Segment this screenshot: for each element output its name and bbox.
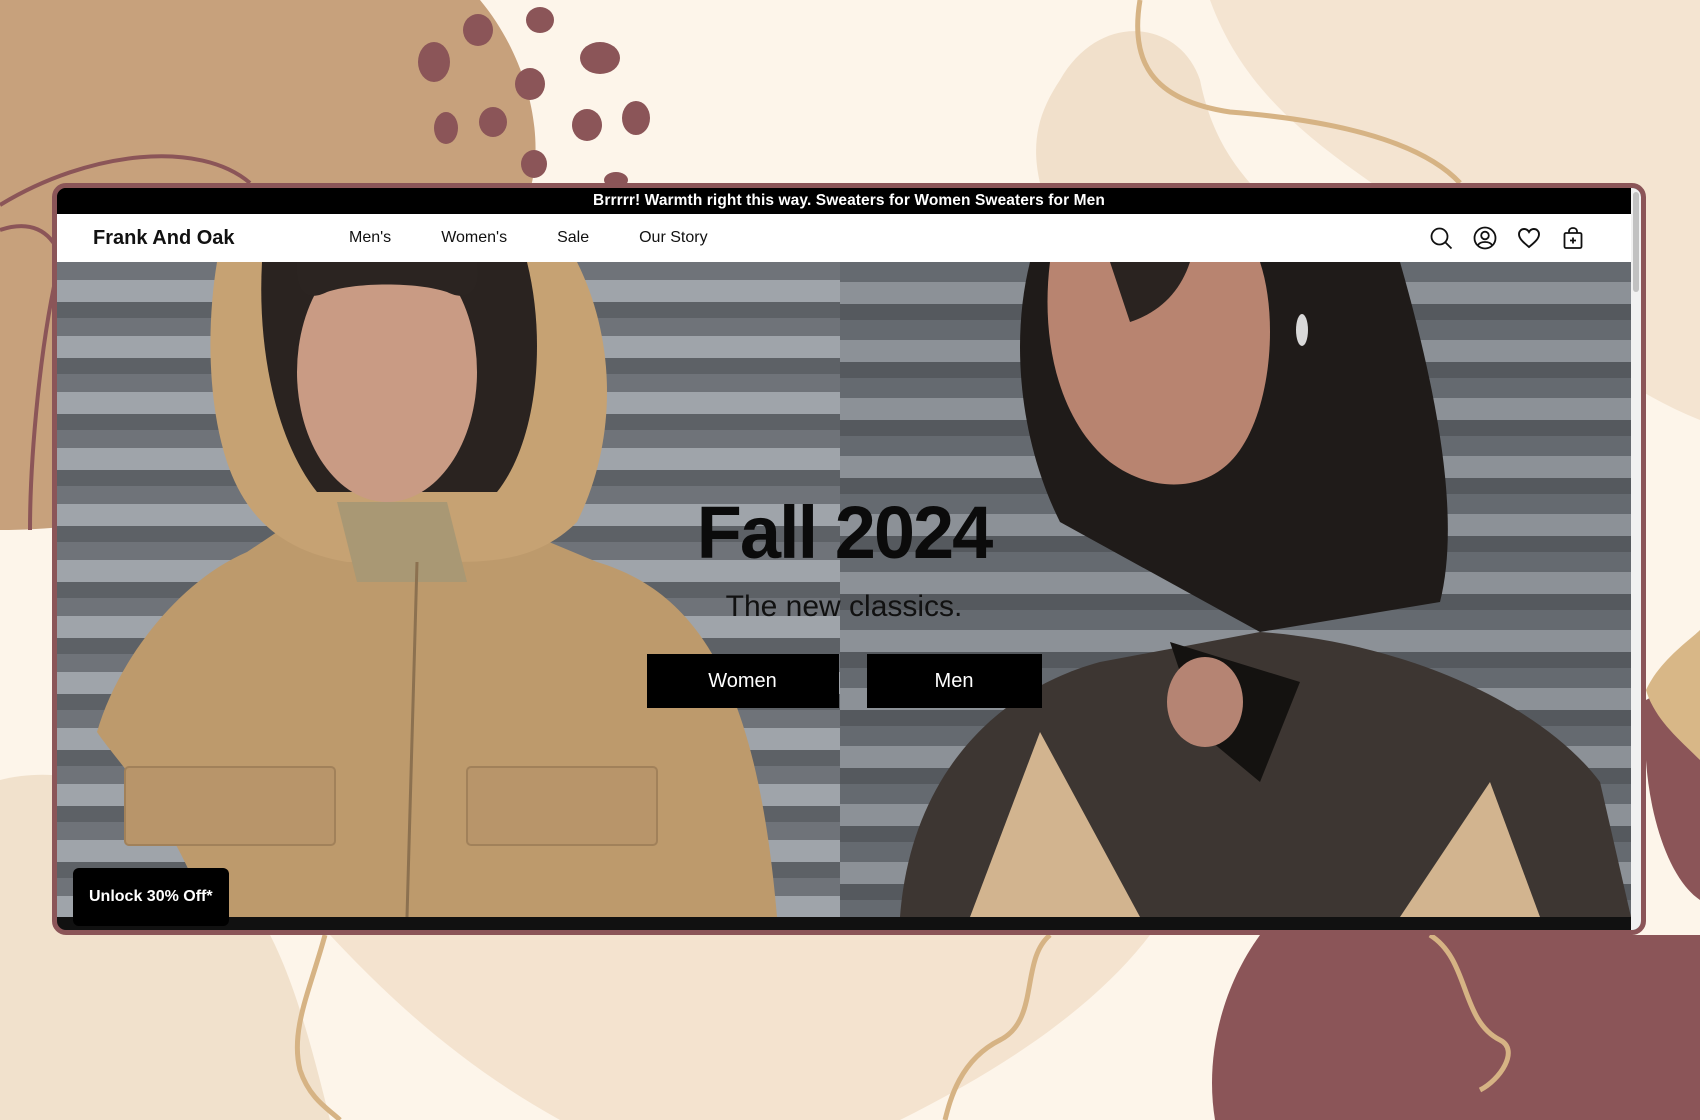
hero-banner: Fall 2024 The new classics. Women Men bbox=[57, 262, 1631, 917]
hero-title: Fall 2024 bbox=[696, 491, 994, 574]
unlock-discount-button[interactable]: Unlock 30% Off* bbox=[73, 868, 229, 926]
shop-men-button[interactable]: Men bbox=[866, 654, 1042, 708]
site-header: Frank And Oak Men's Women's Sale Our Sto… bbox=[57, 214, 1641, 262]
cream-blob-bottom-mid bbox=[330, 935, 1150, 1120]
header-icons bbox=[1429, 226, 1585, 250]
main-nav: Men's Women's Sale Our Story bbox=[349, 229, 758, 247]
nav-item-womens[interactable]: Women's bbox=[441, 229, 507, 247]
search-icon[interactable] bbox=[1429, 226, 1453, 250]
shop-women-button[interactable]: Women bbox=[646, 654, 839, 708]
scrollbar-thumb[interactable] bbox=[1633, 192, 1639, 292]
shopping-bag-icon[interactable] bbox=[1561, 226, 1585, 250]
brand-logo[interactable]: Frank And Oak bbox=[93, 227, 235, 250]
hero-subtitle: The new classics. bbox=[725, 590, 963, 623]
page-scrollbar[interactable] bbox=[1631, 188, 1641, 930]
nav-item-sale[interactable]: Sale bbox=[557, 229, 589, 247]
wishlist-heart-icon[interactable] bbox=[1517, 226, 1541, 250]
nav-item-our-story[interactable]: Our Story bbox=[639, 229, 707, 247]
hero-content: Fall 2024 The new classics. Women Men bbox=[57, 496, 1631, 708]
browser-window: Brrrrr! Warmth right this way. Sweaters … bbox=[52, 183, 1646, 935]
account-icon[interactable] bbox=[1473, 226, 1497, 250]
announcement-bar[interactable]: Brrrrr! Warmth right this way. Sweaters … bbox=[57, 188, 1641, 214]
nav-item-mens[interactable]: Men's bbox=[349, 229, 391, 247]
hero-buttons: Women Men bbox=[57, 654, 1631, 708]
